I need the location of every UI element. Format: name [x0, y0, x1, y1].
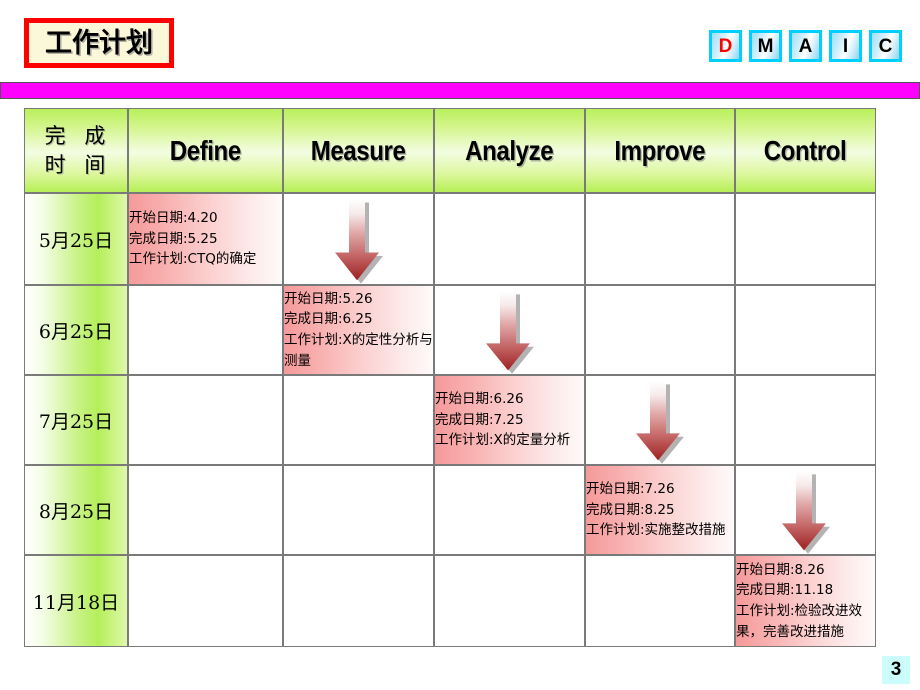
header-cell-define: Define — [128, 108, 283, 193]
task-detail-line: 工作计划:实施整改措施 — [586, 522, 726, 539]
dmaic-badge-group: DMAIC — [709, 30, 902, 62]
task-detail-cell: 开始日期:7.26 完成日期:8.25 工作计划:实施整改措施 — [585, 465, 735, 555]
task-detail-cell: 开始日期:5.26 完成日期:6.25 工作计划:X的定性分析与测量 — [283, 285, 434, 375]
header-phase-label: Analyze — [465, 134, 554, 166]
date-cell: 7月25日 — [24, 375, 128, 465]
header-date-line1: 完 成 — [44, 124, 112, 149]
table-row: 5月25日 开始日期:4.20 完成日期:5.25 工作计划:CTQ的确定 — [24, 193, 876, 285]
dmaic-badge-c[interactable]: C — [869, 30, 902, 62]
down-arrow-wrapper — [632, 381, 688, 465]
header-cell-date: 完 成 时 间 — [24, 108, 128, 193]
header-date-line2: 时 间 — [44, 152, 112, 177]
down-arrow-icon — [636, 381, 684, 465]
empty-cell — [434, 555, 585, 647]
task-detail-line: 工作计划:检验改进效果，完善改进措施 — [736, 603, 863, 640]
down-arrow-icon — [485, 291, 534, 375]
header-cell-control: Control — [735, 108, 876, 193]
header-cell-measure: Measure — [283, 108, 434, 193]
task-detail-line: 开始日期:5.26 — [284, 290, 373, 307]
date-cell: 8月25日 — [24, 465, 128, 555]
header-phase-label: Control — [764, 134, 847, 166]
table-row: 7月25日 开始日期:6.26 完成日期:7.25 工作计划:X的定量分析 — [24, 375, 876, 465]
empty-cell — [128, 465, 283, 555]
task-detail-line: 开始日期:6.26 — [435, 391, 524, 408]
empty-cell — [128, 555, 283, 647]
header-phase-label: Improve — [614, 134, 706, 166]
task-detail-line: 工作计划:CTQ的确定 — [129, 251, 257, 268]
task-detail-line: 完成日期:5.25 — [129, 230, 218, 247]
table-body: 5月25日 开始日期:4.20 完成日期:5.25 工作计划:CTQ的确定 6月25日… — [24, 193, 876, 647]
down-arrow-wrapper — [331, 199, 387, 285]
table-row: 8月25日 开始日期:7.26 完成日期:8.25 工作计划:实施整改措施 — [24, 465, 876, 555]
task-detail-line: 完成日期:8.25 — [586, 501, 675, 518]
table-row: 6月25日 开始日期:5.26 完成日期:6.25 工作计划:X的定性分析与测量 — [24, 285, 876, 375]
arrow-cell — [585, 375, 735, 465]
date-cell: 5月25日 — [24, 193, 128, 285]
table-row: 11月18日 开始日期:8.26 完成日期:11.18 工作计划:检验改进效果，完善改… — [24, 555, 876, 647]
task-detail-line: 开始日期:8.26 — [736, 561, 825, 578]
header-cell-improve: Improve — [585, 108, 735, 193]
empty-cell — [283, 375, 434, 465]
empty-cell — [283, 465, 434, 555]
down-arrow-icon — [334, 199, 383, 285]
header-cell-analyze: Analyze — [434, 108, 585, 193]
arrow-cell — [434, 285, 585, 375]
task-detail-line: 工作计划:X的定量分析 — [435, 432, 571, 449]
magenta-divider — [0, 82, 920, 99]
empty-cell — [585, 285, 735, 375]
down-arrow-wrapper — [778, 471, 834, 555]
empty-cell — [128, 285, 283, 375]
task-detail-line: 完成日期:6.25 — [284, 311, 373, 328]
slide-header: 工作计划 DMAIC — [0, 0, 920, 80]
table-header-row: 完 成 时 间 Define Measure Analyze Improve C… — [24, 108, 876, 193]
header-phase-label: Define — [169, 134, 242, 166]
empty-cell — [434, 465, 585, 555]
slide-title-box: 工作计划 — [24, 18, 174, 68]
empty-cell — [128, 375, 283, 465]
empty-cell — [735, 193, 876, 285]
dmaic-badge-i[interactable]: I — [829, 30, 862, 62]
arrow-cell — [283, 193, 434, 285]
task-detail-cell: 开始日期:4.20 完成日期:5.25 工作计划:CTQ的确定 — [128, 193, 283, 285]
page-number-text: 3 — [890, 659, 902, 680]
empty-cell — [735, 375, 876, 465]
task-detail-line: 完成日期:7.25 — [435, 411, 524, 428]
empty-cell — [585, 193, 735, 285]
task-detail-line: 开始日期:7.26 — [586, 481, 675, 498]
task-detail-cell: 开始日期:6.26 完成日期:7.25 工作计划:X的定量分析 — [434, 375, 585, 465]
date-cell: 11月18日 — [24, 555, 128, 647]
task-detail-line: 工作计划:X的定性分析与测量 — [284, 332, 433, 369]
date-cell: 6月25日 — [24, 285, 128, 375]
page-number-badge: 3 — [882, 656, 910, 684]
work-plan-table: 完 成 时 间 Define Measure Analyze Improve C… — [24, 108, 876, 647]
down-arrow-icon — [781, 471, 830, 555]
dmaic-badge-a[interactable]: A — [789, 30, 822, 62]
page-title: 工作计划 — [45, 27, 153, 59]
dmaic-badge-d[interactable]: D — [709, 30, 742, 62]
arrow-cell — [735, 465, 876, 555]
task-detail-cell: 开始日期:8.26 完成日期:11.18 工作计划:检验改进效果，完善改进措施 — [735, 555, 876, 647]
task-detail-line: 开始日期:4.20 — [129, 210, 218, 227]
empty-cell — [735, 285, 876, 375]
down-arrow-wrapper — [482, 291, 538, 375]
empty-cell — [585, 555, 735, 647]
task-detail-line: 完成日期:11.18 — [736, 582, 834, 599]
header-phase-label: Measure — [311, 134, 406, 166]
dmaic-badge-m[interactable]: M — [749, 30, 782, 62]
empty-cell — [283, 555, 434, 647]
empty-cell — [434, 193, 585, 285]
